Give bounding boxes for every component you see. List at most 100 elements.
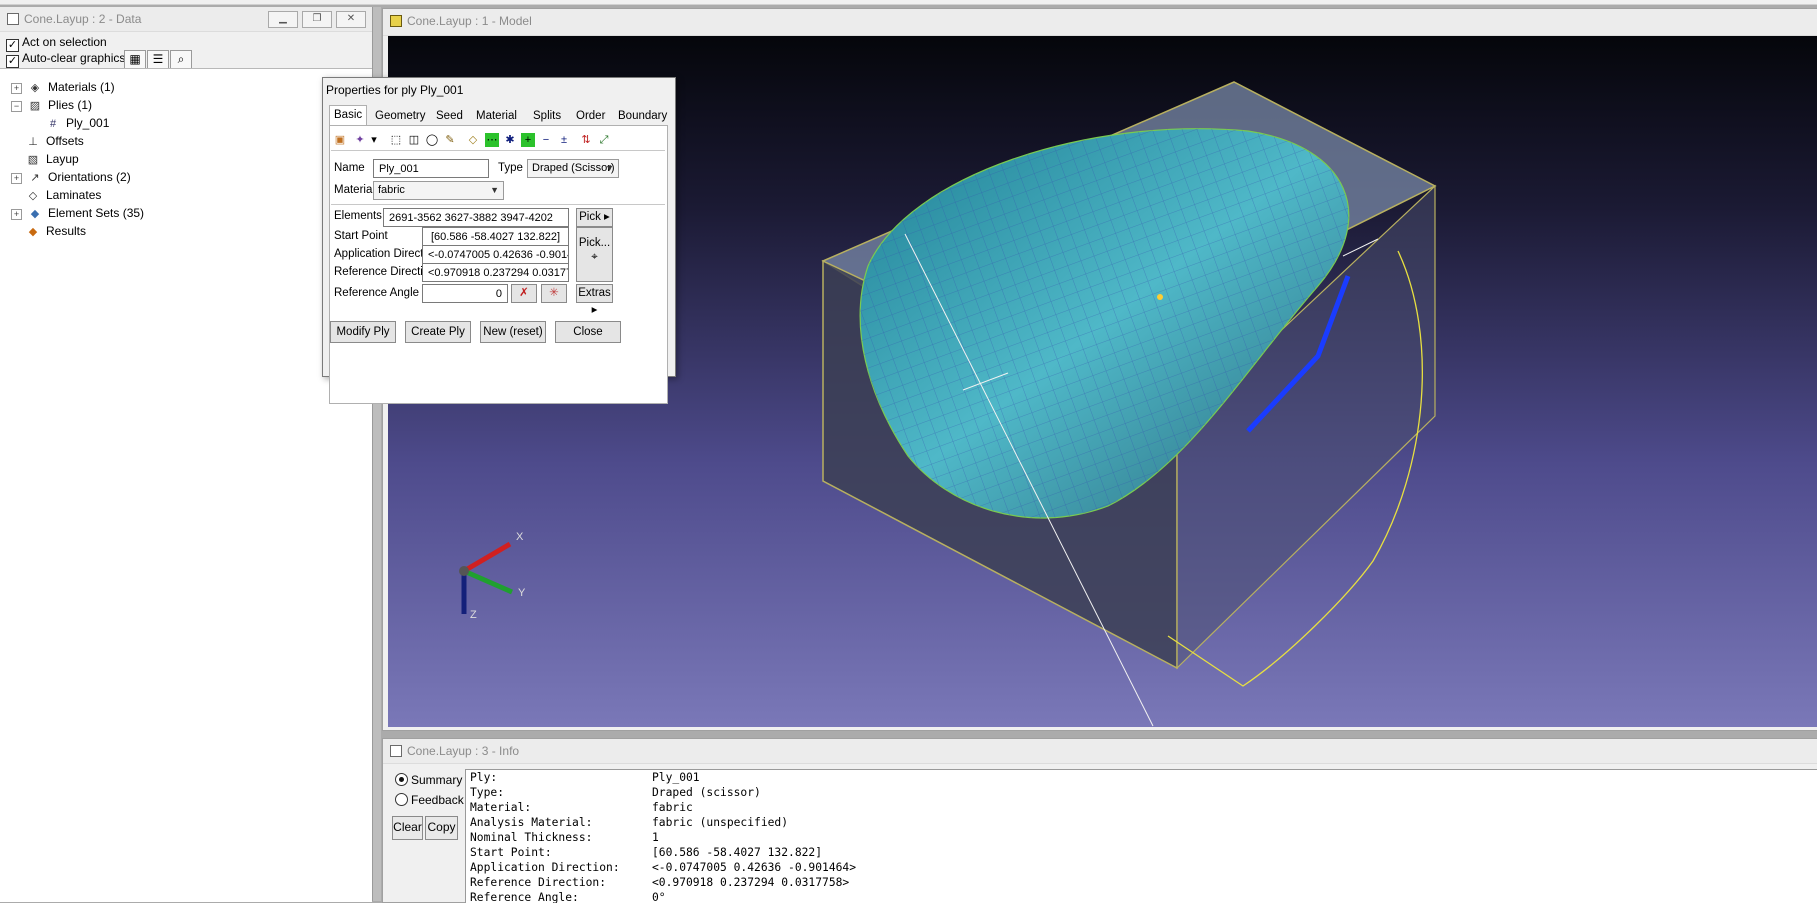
model-window-icon [390, 15, 402, 27]
laminate-icon: ◇ [28, 190, 38, 202]
dropdown-arrow-icon[interactable]: ▾ [367, 133, 381, 147]
origin-tool-button[interactable]: ✳ [541, 284, 567, 303]
tree-item-layup[interactable]: ▧ Layup [26, 151, 79, 167]
name-label: Name [334, 162, 365, 174]
elements-field[interactable]: 2691-3562 3627-3882 3947-4202 [383, 208, 569, 227]
window-icon [7, 13, 19, 25]
maximize-button[interactable]: ❐ [302, 11, 332, 28]
new-reset-button[interactable]: New (reset) [480, 321, 546, 343]
extras-button[interactable]: Extras ▸ [576, 284, 613, 316]
tab-splits[interactable]: Splits [529, 107, 565, 125]
list-tool-button[interactable]: ☰ [147, 50, 169, 70]
copy-button[interactable]: Copy [425, 816, 458, 840]
ply-color-icon[interactable]: ▣ [333, 133, 347, 147]
tab-basic[interactable]: Basic [329, 105, 368, 126]
layup-icon: ▧ [27, 154, 39, 166]
top-strip [0, 0, 1817, 5]
orientation-arrow-icon: ↗ [30, 172, 40, 184]
angle-icon: ✗ [519, 287, 529, 299]
star-select-icon[interactable]: ✱ [503, 133, 517, 147]
info-row: Material: fabric [470, 801, 693, 814]
auto-clear-checkbox[interactable]: ✓ Auto-clear graphics [6, 51, 125, 68]
axis-x-label: X [516, 531, 524, 543]
tree-item-results[interactable]: ◆ Results [26, 223, 86, 239]
tree-item-plies[interactable]: − ▨ Plies (1) [11, 97, 92, 113]
lasso-select-icon[interactable]: ◫ [407, 133, 421, 147]
tree-item-laminates[interactable]: ◇ Laminates [26, 187, 102, 203]
plies-hatch-icon: ▨ [29, 100, 41, 112]
axis-triad: X Y Z [459, 531, 526, 621]
data-tree: + ◈ Materials (1) − ▨ Plies (1) # Ply_001 ⊥ Of… [0, 68, 372, 902]
start-point-marker [1157, 294, 1163, 300]
model-window-titlebar: Cone.Layup : 1 - Model [383, 9, 1817, 36]
tree-item-orientations[interactable]: + ↗ Orientations (2) [11, 169, 131, 185]
model-window-title: Cone.Layup : 1 - Model [407, 14, 532, 28]
axis-z-label: Z [470, 609, 477, 621]
reference-direction-field[interactable]: <0.970918 0.237294 0.0317758> [422, 263, 569, 282]
pick-point-button[interactable]: Pick... ⌖ [576, 227, 613, 282]
chevron-down-icon: ▼ [605, 163, 614, 173]
search-button[interactable]: ⌕ [170, 50, 192, 70]
expand-icon[interactable]: + [11, 209, 22, 220]
info-row: Nominal Thickness: 1 [470, 831, 659, 844]
tree-item-ply-001[interactable]: # Ply_001 [46, 115, 109, 131]
pick-elements-button[interactable]: Pick ▸ [576, 208, 613, 227]
expand-select-icon[interactable]: ⤢ [597, 133, 611, 147]
info-row: Ply: Ply_001 [470, 771, 700, 784]
angle-tool-button[interactable]: ✗ [511, 284, 537, 303]
cursor-icon: ⌖ [591, 251, 598, 263]
reference-angle-label: Reference Angle [334, 287, 420, 299]
summary-radio[interactable]: Summary [395, 773, 462, 787]
act-on-selection-checkbox[interactable]: ✓ Act on selection [6, 35, 107, 52]
ellipse-select-icon[interactable]: ◯ [425, 133, 439, 147]
material-cube-icon: ◈ [30, 82, 40, 94]
grid-toggle-icon[interactable]: ⋯ [485, 133, 499, 147]
reference-angle-field[interactable]: 0 [422, 284, 508, 303]
tab-boundary[interactable]: Boundary [614, 107, 671, 125]
tab-geometry[interactable]: Geometry [371, 107, 430, 125]
tab-order[interactable]: Order [572, 107, 609, 125]
remove-elements-icon[interactable]: − [539, 133, 553, 147]
feedback-radio[interactable]: Feedback [395, 793, 464, 807]
info-row: Reference Direction: <0.970918 0.237294 0… [470, 876, 850, 889]
brush-select-icon[interactable]: ✎ [443, 133, 457, 147]
info-window-title: Cone.Layup : 3 - Info [407, 744, 520, 758]
create-ply-button[interactable]: Create Ply [405, 321, 471, 343]
flip-direction-icon[interactable]: ⇅ [579, 133, 593, 147]
start-point-field[interactable]: [60.586 -58.4027 132.822] [422, 227, 569, 246]
expand-icon[interactable]: + [11, 173, 22, 184]
start-point-label: Start Point [334, 230, 388, 242]
solid-view-icon[interactable]: ◇ [466, 133, 480, 147]
collapse-icon[interactable]: − [11, 101, 22, 112]
toolbar-separator [331, 150, 665, 151]
tab-seed[interactable]: Seed [432, 107, 467, 125]
box-select-icon[interactable]: ⬚ [389, 133, 403, 147]
minimize-button[interactable]: ▁ [268, 11, 298, 28]
name-field[interactable]: Ply_001 [373, 159, 489, 178]
expand-icon[interactable]: + [11, 83, 22, 94]
data-window: Cone.Layup : 2 - Data ▁ ❐ ✕ ✓ Act on sele… [0, 7, 373, 902]
application-direction-field[interactable]: <-0.0747005 0.42636 -0.901464 [422, 245, 569, 264]
properties-tool-button[interactable]: ▦ [124, 50, 146, 70]
modify-ply-button[interactable]: Modify Ply [330, 321, 396, 343]
close-button[interactable]: Close [555, 321, 621, 343]
draw-mode-icon[interactable]: ✦ [353, 133, 367, 147]
info-window: Cone.Layup : 3 - Info Summary Feedback C… [382, 738, 1817, 903]
tree-item-element-sets[interactable]: + ◆ Element Sets (35) [11, 205, 144, 221]
radio-selected-icon [395, 773, 408, 786]
section-separator [331, 204, 665, 205]
data-window-titlebar: Cone.Layup : 2 - Data ▁ ❐ ✕ [0, 7, 372, 32]
tree-item-offsets[interactable]: ⊥ Offsets [26, 133, 84, 149]
info-row: Analysis Material: fabric (unspecified) [470, 816, 789, 829]
tab-material[interactable]: Material [472, 107, 521, 125]
tree-item-materials[interactable]: + ◈ Materials (1) [11, 79, 115, 95]
clear-button[interactable]: Clear [392, 816, 423, 840]
chevron-down-icon: ▼ [490, 185, 499, 195]
info-text-area[interactable]: Ply: Ply_001 Type: Draped (scissor) Materi… [465, 769, 1817, 903]
type-select[interactable]: Draped (Scissor) ▼ [527, 159, 619, 178]
toggle-elements-icon[interactable]: ± [557, 133, 571, 147]
material-select[interactable]: fabric ▼ [373, 181, 504, 200]
add-elements-icon[interactable]: + [521, 133, 535, 147]
close-window-button[interactable]: ✕ [336, 11, 366, 28]
window-icon [390, 745, 402, 757]
